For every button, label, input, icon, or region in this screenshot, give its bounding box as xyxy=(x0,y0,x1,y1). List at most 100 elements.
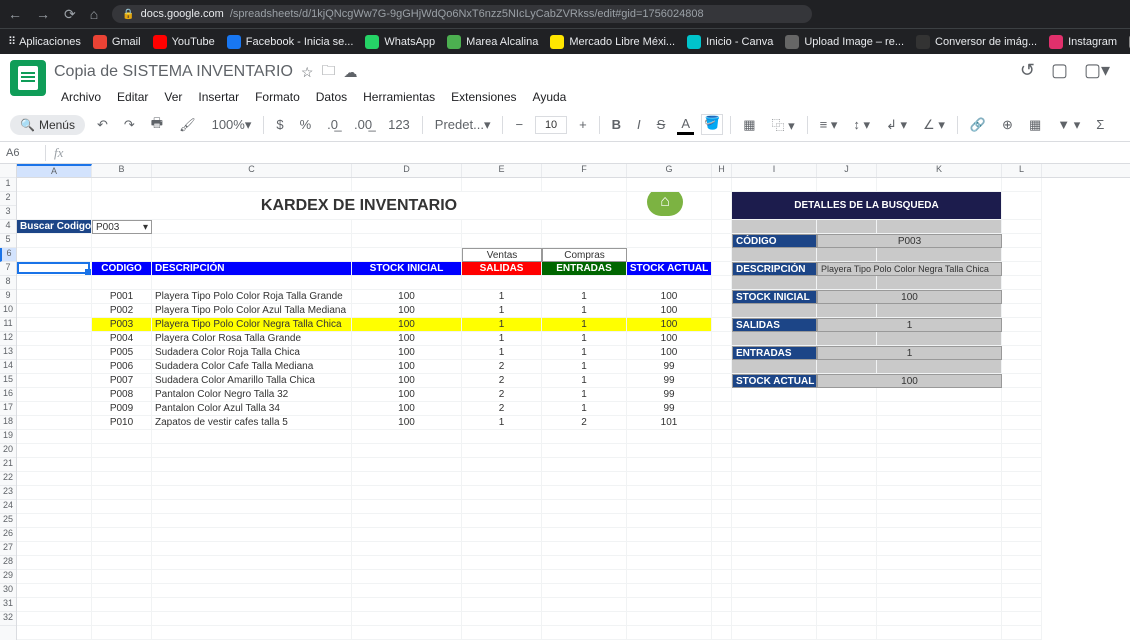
italic-button[interactable]: I xyxy=(633,115,645,134)
menu-item[interactable]: Ayuda xyxy=(526,86,574,108)
col-header[interactable]: H xyxy=(712,164,732,177)
paint-format-icon[interactable]: 🖌 xyxy=(175,115,200,135)
row-header[interactable]: 8 xyxy=(0,276,16,290)
search-menus[interactable]: 🔍 Menús xyxy=(10,115,85,135)
col-header[interactable]: I xyxy=(732,164,817,177)
redo-icon[interactable]: ↷ xyxy=(120,115,139,135)
cloud-icon[interactable]: ☁ xyxy=(343,64,357,81)
row-header[interactable]: 12 xyxy=(0,332,16,346)
row-header[interactable]: 29 xyxy=(0,570,16,584)
row-header[interactable]: 28 xyxy=(0,556,16,570)
rotate-button[interactable]: ∠ ▾ xyxy=(919,115,949,135)
row-header[interactable]: 10 xyxy=(0,304,16,318)
row-header[interactable]: 1 xyxy=(0,178,16,192)
col-header[interactable]: E xyxy=(462,164,542,177)
row-header[interactable]: 26 xyxy=(0,528,16,542)
strike-button[interactable]: S xyxy=(653,115,670,134)
filter-button[interactable]: ▼ ▾ xyxy=(1053,115,1084,135)
document-title[interactable]: Copia de SISTEMA INVENTARIO xyxy=(54,63,293,81)
menu-item[interactable]: Insertar xyxy=(191,86,246,108)
menu-item[interactable]: Editar xyxy=(110,86,155,108)
home-icon[interactable]: ⌂ xyxy=(90,6,98,22)
col-header[interactable]: J xyxy=(817,164,877,177)
row-header[interactable]: 14 xyxy=(0,360,16,374)
text-color-button[interactable]: A xyxy=(677,114,694,135)
table-row[interactable]: P007 Sudadera Color Amarillo Talla Chica… xyxy=(17,374,1130,388)
table-row[interactable]: P002 Playera Tipo Polo Color Azul Talla … xyxy=(17,304,1130,318)
table-row[interactable]: P005 Sudadera Color Roja Talla Chica 100… xyxy=(17,346,1130,360)
fill-color-button[interactable]: 🪣 xyxy=(702,115,722,134)
row-header[interactable]: 22 xyxy=(0,472,16,486)
font-size-input[interactable]: 10 xyxy=(535,116,567,134)
column-headers[interactable]: ABCDEFGHIJKL xyxy=(17,164,1130,178)
grid[interactable]: ABCDEFGHIJKL KARDEX DE INVENTARIO ⌂ DETA… xyxy=(17,164,1130,640)
back-icon[interactable]: ← xyxy=(8,6,22,22)
row-header[interactable]: 11 xyxy=(0,318,16,332)
bookmark-item[interactable]: Marea Alcalina xyxy=(447,35,538,49)
home-button[interactable]: ⌂ xyxy=(647,192,683,216)
decrease-font-button[interactable]: − xyxy=(511,115,527,134)
bookmark-item[interactable]: Facebook - Inicia se... xyxy=(227,35,354,49)
row-header[interactable]: 17 xyxy=(0,402,16,416)
bookmark-item[interactable]: Mercado Libre Méxi... xyxy=(550,35,675,49)
selected-cell[interactable] xyxy=(17,262,92,276)
row-header[interactable]: 3 xyxy=(0,206,16,220)
row-header[interactable]: 27 xyxy=(0,542,16,556)
name-box[interactable]: A6 xyxy=(0,145,46,161)
bookmark-item[interactable]: Conversor de imág... xyxy=(916,35,1037,49)
table-row[interactable]: P009 Pantalon Color Azul Talla 34 100 2 … xyxy=(17,402,1130,416)
move-icon[interactable]: 🗀 xyxy=(321,60,335,84)
history-icon[interactable]: ↺ xyxy=(1020,60,1035,81)
row-header[interactable]: 23 xyxy=(0,486,16,500)
bookmark-item[interactable]: Gmail xyxy=(93,35,141,49)
row-header[interactable]: 9 xyxy=(0,290,16,304)
col-header[interactable]: L xyxy=(1002,164,1042,177)
bookmark-item[interactable]: WhatsApp xyxy=(365,35,435,49)
row-header[interactable]: 7 xyxy=(0,262,16,276)
row-header[interactable]: 4 xyxy=(0,220,16,234)
col-header[interactable]: C xyxy=(152,164,352,177)
wrap-button[interactable]: ↲ ▾ xyxy=(882,115,911,135)
chart-button[interactable]: ▦ xyxy=(1025,115,1045,135)
bookmark-item[interactable]: Instagram xyxy=(1049,35,1117,49)
table-row[interactable]: P010 Zapatos de vestir cafes talla 5 100… xyxy=(17,416,1130,430)
table-row[interactable]: P006 Sudadera Color Cafe Talla Mediana 1… xyxy=(17,360,1130,374)
format-123-button[interactable]: 123 xyxy=(384,115,414,134)
percent-button[interactable]: % xyxy=(296,115,316,134)
row-header[interactable]: 30 xyxy=(0,584,16,598)
col-header[interactable]: B xyxy=(92,164,152,177)
video-icon[interactable]: ▢▾ xyxy=(1084,60,1110,81)
row-header[interactable]: 18 xyxy=(0,416,16,430)
table-row[interactable]: P008 Pantalon Color Negro Talla 32 100 2… xyxy=(17,388,1130,402)
zoom-select[interactable]: 100% ▾ xyxy=(208,115,256,135)
bookmark-item[interactable]: Inicio - Canva xyxy=(687,35,773,49)
decrease-decimal-button[interactable]: .0̲ xyxy=(323,115,342,134)
table-row[interactable]: P004 Playera Color Rosa Talla Grande 100… xyxy=(17,332,1130,346)
functions-button[interactable]: Σ xyxy=(1092,115,1108,134)
menu-item[interactable]: Formato xyxy=(248,86,307,108)
increase-decimal-button[interactable]: .00̲ xyxy=(350,115,376,134)
address-bar[interactable]: 🔒 docs.google.com/spreadsheets/d/1kjQNcg… xyxy=(112,5,812,23)
col-header[interactable]: F xyxy=(542,164,627,177)
apps-icon[interactable]: ⠿ Aplicaciones xyxy=(8,35,81,48)
col-header[interactable]: D xyxy=(352,164,462,177)
v-align-button[interactable]: ↕ ▾ xyxy=(849,115,874,135)
row-header[interactable]: 5 xyxy=(0,234,16,248)
row-header[interactable]: 25 xyxy=(0,514,16,528)
col-header[interactable]: A xyxy=(17,164,92,177)
comment-icon[interactable]: ▢ xyxy=(1051,60,1068,81)
currency-button[interactable]: $ xyxy=(272,115,287,134)
menu-item[interactable]: Ver xyxy=(157,86,189,108)
row-header[interactable]: 24 xyxy=(0,500,16,514)
menu-item[interactable]: Extensiones xyxy=(444,86,523,108)
print-icon[interactable]: 🖶 xyxy=(147,112,167,138)
reload-icon[interactable]: ⟳ xyxy=(64,6,76,23)
menu-item[interactable]: Datos xyxy=(309,86,354,108)
undo-icon[interactable]: ↶ xyxy=(93,115,112,135)
star-icon[interactable]: ☆ xyxy=(301,64,314,81)
col-header[interactable]: G xyxy=(627,164,712,177)
menu-item[interactable]: Archivo xyxy=(54,86,108,108)
col-header[interactable]: K xyxy=(877,164,1002,177)
buscar-dropdown[interactable]: P003▾ xyxy=(92,220,152,234)
bookmark-item[interactable]: Upload Image – re... xyxy=(785,35,904,49)
